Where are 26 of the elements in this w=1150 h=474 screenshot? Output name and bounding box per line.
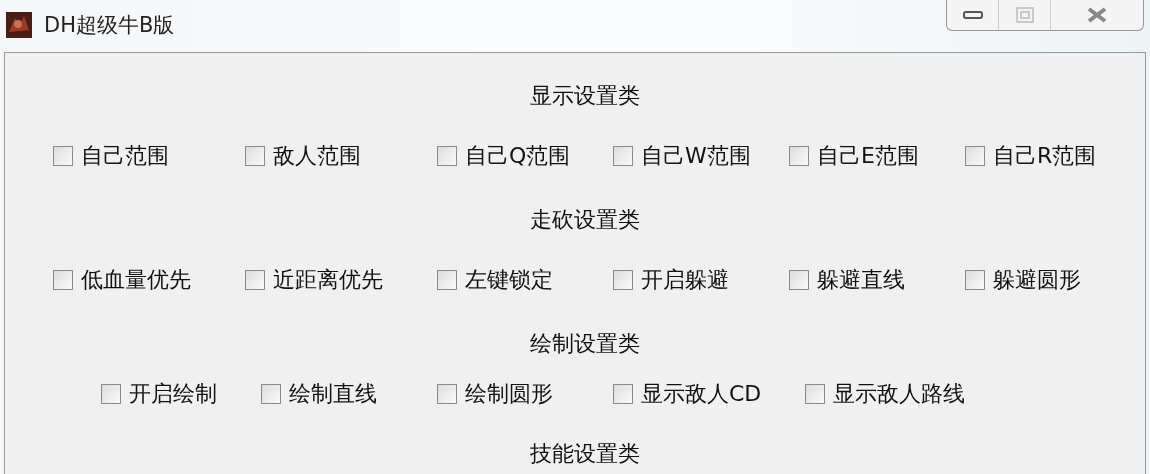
app-icon	[6, 12, 32, 38]
window-title: DH超级牛B版	[44, 12, 175, 39]
section-heading: 走砍设置类	[529, 206, 641, 234]
checkbox-option[interactable]: 自己W范围	[613, 141, 751, 171]
checkbox-option[interactable]: 左键锁定	[437, 265, 553, 295]
checkbox-option[interactable]: 近距离优先	[245, 265, 383, 295]
checkbox-option[interactable]: 显示敌人CD	[613, 379, 762, 409]
checkbox-option[interactable]: 开启躲避	[613, 265, 729, 295]
section-heading: 显示设置类	[529, 82, 641, 110]
checkbox-option[interactable]: 低血量优先	[53, 265, 191, 295]
checkbox-option[interactable]: 敌人范围	[245, 141, 361, 171]
checkbox-option[interactable]: 开启绘制	[101, 379, 217, 409]
checkbox-option[interactable]: 自己范围	[53, 141, 169, 171]
checkbox-option[interactable]: 躲避直线	[789, 265, 905, 295]
close-icon	[1086, 7, 1108, 23]
checkbox-option[interactable]: 自己R范围	[965, 141, 1097, 171]
maximize-icon	[1015, 7, 1034, 23]
checkbox-option[interactable]: 绘制圆形	[437, 379, 553, 409]
checkbox-option[interactable]: 绘制直线	[261, 379, 377, 409]
checkbox-option[interactable]: 自己Q范围	[437, 141, 571, 171]
checkbox-option[interactable]: 躲避圆形	[965, 265, 1081, 295]
section-heading: 绘制设置类	[529, 330, 641, 358]
section-heading: 技能设置类	[529, 440, 641, 468]
checkbox-option[interactable]: 显示敌人路线	[805, 379, 965, 409]
checkbox-option[interactable]: 自己E范围	[789, 141, 919, 171]
minimize-icon	[962, 10, 983, 20]
